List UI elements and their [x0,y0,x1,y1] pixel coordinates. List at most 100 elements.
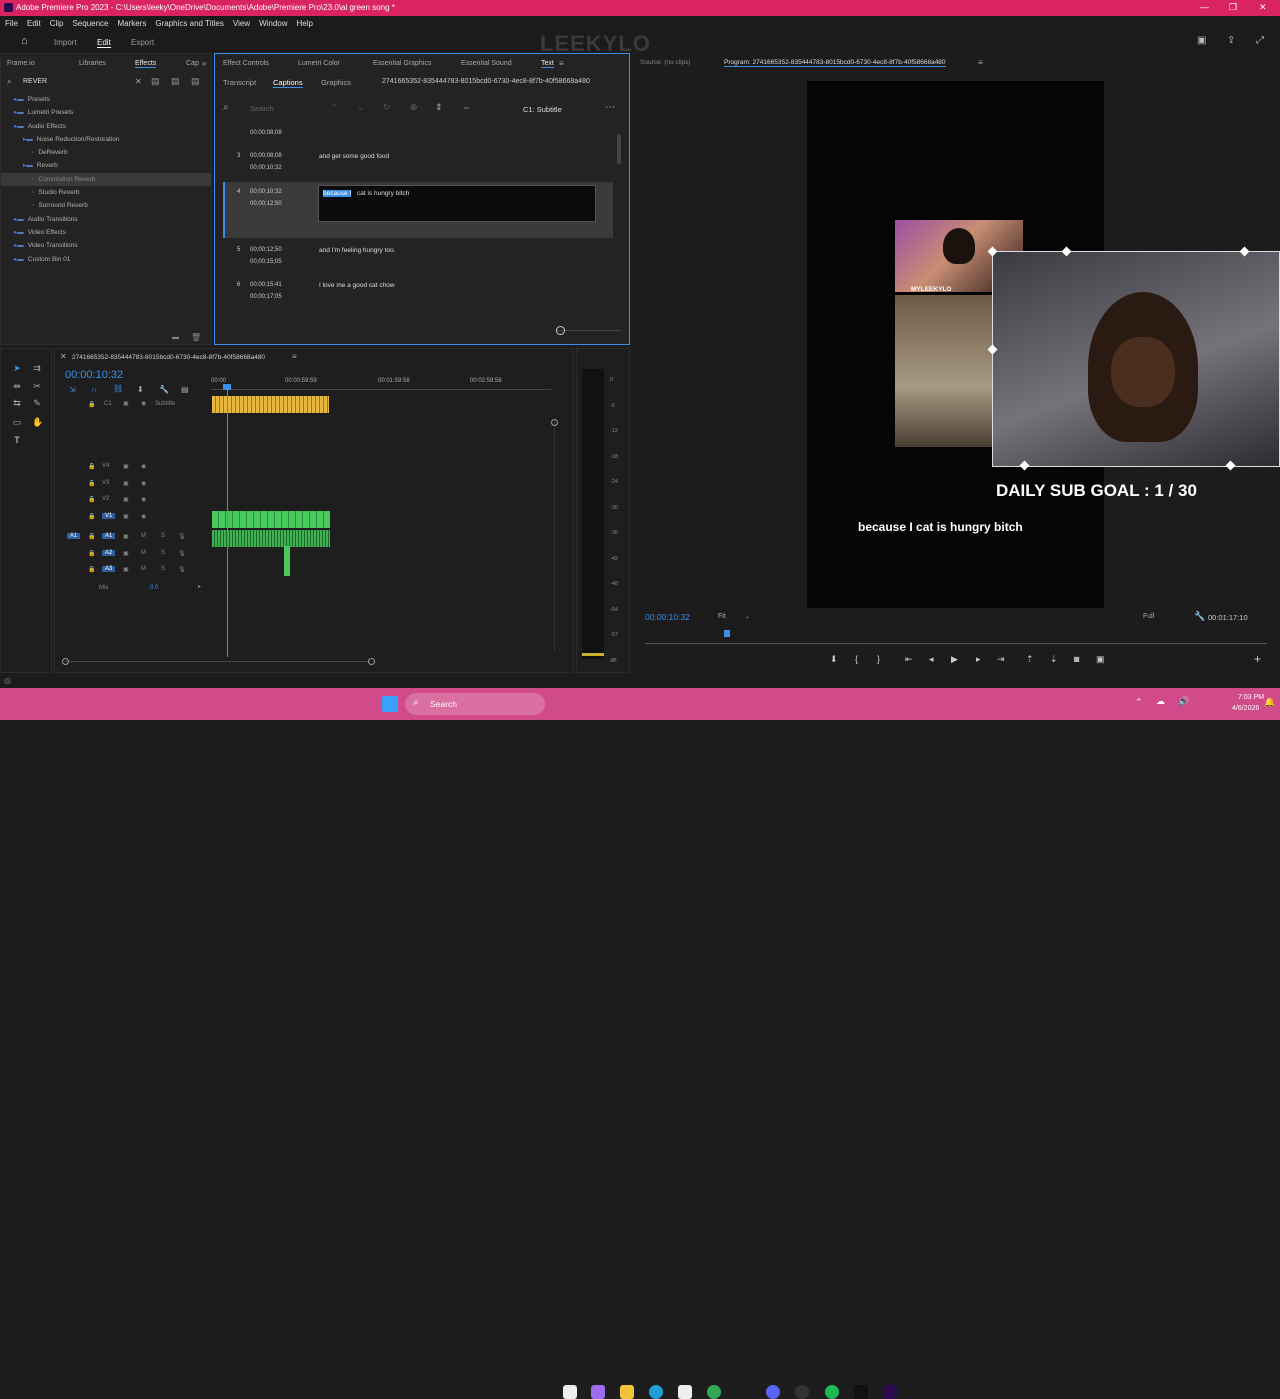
caption-edit-field[interactable]: because I cat is hungry bitch [318,185,596,222]
notifications-icon[interactable]: 🔔 [1264,697,1275,708]
program-scrubber-track[interactable] [645,643,1267,644]
program-playhead[interactable] [724,630,730,637]
accelerated-effects-icon[interactable]: ▤ [151,76,160,87]
sync-lock-icon[interactable]: ▣ [123,480,129,487]
fit-dropdown[interactable]: Fit [718,613,726,620]
quality-dropdown[interactable]: Full [1143,613,1154,620]
minimize-button[interactable]: — [1200,2,1209,12]
lock-icon[interactable]: 🔒 [88,463,95,470]
fullscreen-icon[interactable]: ⤢ [1256,35,1264,46]
close-button[interactable]: ✕ [1259,2,1267,13]
tiktok-icon[interactable] [854,1385,868,1399]
effects-tree-item[interactable]: ▸▬ Video Effects [1,226,211,239]
scroll-handle[interactable] [368,658,375,665]
lock-icon[interactable]: 🔒 [88,533,95,540]
type-tool-icon[interactable]: T [12,435,22,445]
audio-clips-a1[interactable] [212,530,330,547]
effects-tree-item[interactable]: ▸▬ Reverb [1,159,211,172]
transform-handle[interactable] [1225,460,1236,471]
captions-scrollbar[interactable] [617,134,621,164]
wrench-icon[interactable]: 🔧 [1194,611,1205,622]
more-tabs-icon[interactable]: » [202,59,206,68]
scroll-handle[interactable] [62,658,69,665]
menu-sequence[interactable]: Sequence [72,19,108,28]
hand-tool-icon[interactable]: ✋ [32,417,43,427]
mute-button[interactable]: M [141,533,146,539]
video-track-id[interactable]: V3 [102,480,109,486]
timeline-sequence-tab[interactable]: 2741665352-835444783-8015bcd0-6730-4ec8-… [72,354,265,361]
sync-lock-icon[interactable]: ▣ [123,533,129,540]
selection-tool-icon[interactable]: ➤ [12,363,22,373]
comparison-view-icon[interactable]: ▣ [1096,654,1105,665]
taskbar-date[interactable]: 4/6/2026 [1232,705,1259,712]
eye-icon[interactable]: ◉ [141,513,146,520]
step-forward-icon[interactable]: ▸ [976,654,981,665]
new-bin-icon[interactable]: ▬ [172,334,179,341]
effects-tree-item[interactable]: ▫ Studio Reverb [1,186,211,199]
maximize-button[interactable]: ❐ [1229,2,1237,13]
spotify-icon[interactable] [825,1385,839,1399]
yuv-effects-icon[interactable]: ▤ [191,76,200,87]
caption-clips[interactable] [212,396,329,413]
audio-clip-a2[interactable] [284,546,290,576]
video-track-id[interactable]: V2 [102,496,109,502]
captions-search-input[interactable]: Search [250,104,274,113]
sync-lock-icon[interactable]: ▣ [123,463,129,470]
discord-icon[interactable] [766,1385,780,1399]
caption-text[interactable]: and I'm feeling hungry too. [319,247,395,254]
ripple-edit-tool-icon[interactable]: ⇹ [12,381,22,391]
effects-tree-item[interactable]: ▸▬ Lumetri Presets [1,106,211,119]
effects-tree-item[interactable]: ▸▬ Presets [1,93,211,106]
merge-captions-icon[interactable]: ⇔ [462,102,471,112]
menu-file[interactable]: File [5,19,18,28]
edge-icon[interactable] [649,1385,663,1399]
eye-icon[interactable]: ◉ [141,463,146,470]
transform-handle[interactable] [1239,246,1250,257]
panel-menu-icon[interactable]: ≡ [292,352,297,361]
caption-text[interactable]: I love me a good cat chow [319,282,395,289]
mix-value[interactable]: 0.0 [150,585,158,591]
caption-track-select[interactable]: C1: Subtitle [523,105,562,114]
tab-essential-graphics[interactable]: Essential Graphics [373,60,431,67]
timeline-playhead[interactable] [223,384,231,390]
effects-tree-item[interactable]: ▸▬ Custom Bin 01 [1,253,211,266]
program-timecode[interactable]: 00:00:10:32 [645,612,690,622]
prev-result-icon[interactable]: ⌃ [331,103,338,112]
snap-icon[interactable]: ∩ [91,385,97,394]
add-marker-icon[interactable]: ⬇ [137,385,144,394]
solo-button[interactable]: S [161,550,165,556]
add-button-icon[interactable]: + [1254,652,1261,666]
lock-icon[interactable]: 🔒 [88,496,95,503]
source-monitor-tab[interactable]: Source: (no clips) [640,59,691,66]
mix-arrow-icon[interactable]: ▸ [198,583,201,590]
time-ruler[interactable] [211,389,551,390]
solo-button[interactable]: S [161,566,165,572]
workspace-export[interactable]: Export [131,38,154,47]
tab-text[interactable]: Text [541,60,554,68]
audio-track-id[interactable]: A2 [102,549,116,556]
subtab-transcript[interactable]: Transcript [223,78,256,87]
eye-icon[interactable]: ◉ [141,496,146,503]
lock-icon[interactable]: 🔒 [88,401,95,408]
mark-in-icon[interactable]: { [855,654,858,664]
tab-captions-short[interactable]: Cap [186,60,199,67]
next-result-icon[interactable]: ⌄ [357,103,364,112]
effects-tree-item[interactable]: ▫ Surround Reverb [1,199,211,212]
chevron-down-icon[interactable]: ⌄ [745,613,750,620]
lock-icon[interactable]: 🔒 [88,550,95,557]
split-caption-icon[interactable]: ⇕ [435,102,443,113]
effects-tree-item[interactable]: ▸▬ Audio Transitions [1,213,211,226]
obs-icon[interactable] [795,1385,809,1399]
premiere-taskbar-icon[interactable] [883,1385,897,1399]
tab-frameio[interactable]: Frame.io [7,60,35,67]
lock-icon[interactable]: 🔒 [88,566,95,573]
eye-icon[interactable]: ◉ [141,480,146,487]
captions-toggle-icon[interactable]: ▤ [181,385,189,394]
file-explorer-icon[interactable] [620,1385,634,1399]
timeline-timecode[interactable]: 00:00:10:32 [65,369,123,381]
store-icon[interactable] [678,1385,692,1399]
copilot-icon[interactable] [591,1385,605,1399]
video-clips-v1[interactable] [212,511,330,528]
voiceover-record-icon[interactable]: 🎙 [178,533,186,540]
effects-tree-item[interactable]: ▫ DeReverb [1,146,211,159]
